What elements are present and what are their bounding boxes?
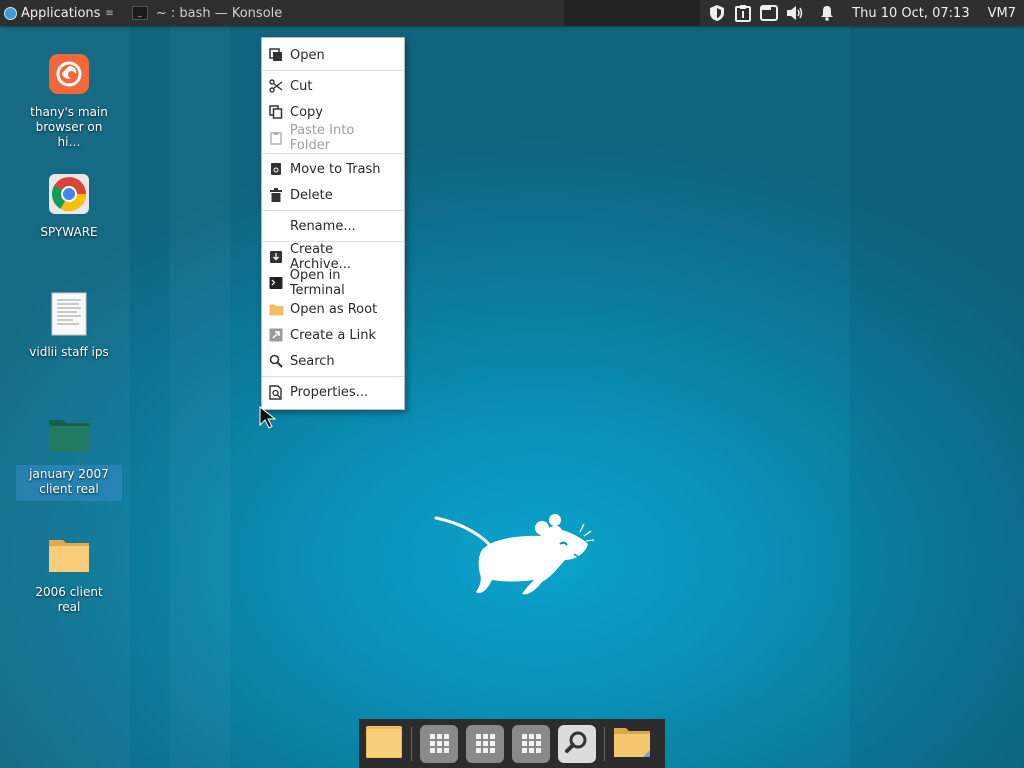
menu-separator bbox=[262, 210, 404, 211]
menu-item-cut[interactable]: Cut bbox=[262, 73, 404, 99]
task-label: ~ : bash — Konsole bbox=[155, 5, 283, 21]
folder-icon bbox=[613, 726, 651, 762]
window-icon[interactable] bbox=[760, 4, 779, 22]
app-grid-icon bbox=[521, 734, 541, 753]
firefox-icon bbox=[47, 52, 91, 96]
taskbar-item-konsole[interactable]: _ ~ : bash — Konsole bbox=[124, 0, 290, 26]
menu-item-delete[interactable]: Delete bbox=[262, 182, 404, 208]
menu-item-label: Copy bbox=[290, 104, 323, 120]
properties-icon bbox=[268, 384, 284, 400]
clock[interactable]: Thu 10 Oct, 07:13 bbox=[852, 6, 969, 21]
terminal-icon bbox=[268, 275, 284, 291]
app-grid-icon bbox=[475, 734, 495, 753]
shield-icon[interactable] bbox=[708, 4, 726, 22]
applications-menu-button[interactable]: Applications ≡ bbox=[0, 0, 118, 26]
chrome-icon bbox=[47, 172, 91, 216]
desktop-icon-label: SPYWARE bbox=[40, 225, 98, 239]
context-menu: Open Cut Copy Paste Into Folder Move to … bbox=[261, 37, 405, 410]
wallpaper-stripe bbox=[850, 26, 1024, 768]
desktop-icon-staff-ips[interactable]: vidlii staff ips bbox=[24, 292, 114, 360]
menu-separator bbox=[262, 376, 404, 377]
xfce-logo-icon bbox=[4, 6, 17, 20]
paste-icon bbox=[268, 130, 284, 146]
scissors-icon bbox=[268, 78, 284, 94]
menu-item-label: Properties... bbox=[290, 384, 369, 400]
menu-separator bbox=[262, 153, 404, 154]
menu-item-label: Open bbox=[290, 47, 325, 63]
menu-item-rename[interactable]: Rename... bbox=[262, 213, 404, 239]
link-icon bbox=[268, 327, 284, 343]
mouse-cursor bbox=[259, 405, 279, 434]
notification-bell-icon[interactable] bbox=[820, 5, 834, 21]
menu-item-paste-into-folder[interactable]: Paste Into Folder bbox=[262, 123, 404, 153]
menu-separator bbox=[262, 70, 404, 71]
menu-item-search[interactable]: Search bbox=[262, 348, 404, 374]
terminal-icon: _ bbox=[131, 6, 148, 20]
rename-icon bbox=[268, 218, 284, 234]
dock-search[interactable] bbox=[558, 724, 596, 763]
desktop-icon-spyware[interactable]: SPYWARE bbox=[24, 172, 114, 240]
folder-icon bbox=[268, 301, 284, 317]
applications-label: Applications bbox=[21, 5, 101, 21]
menu-item-label: Delete bbox=[290, 187, 333, 203]
desktop-icon-label: thany's main browser on hi… bbox=[30, 105, 108, 149]
menu-item-label: Open as Root bbox=[290, 301, 378, 317]
archive-icon bbox=[268, 249, 284, 265]
desktop-icon-january-2007[interactable]: january 2007 client real bbox=[16, 412, 122, 501]
dock-separator bbox=[411, 726, 412, 761]
menu-item-label: Move to Trash bbox=[290, 161, 381, 177]
menu-item-label: Paste Into Folder bbox=[289, 123, 355, 153]
search-icon bbox=[564, 729, 590, 759]
desktop-icon-2006-client[interactable]: 2006 client real bbox=[24, 532, 114, 615]
system-tray: Thu 10 Oct, 07:13 VM7 bbox=[700, 0, 1024, 26]
menu-item-label: Cut bbox=[290, 78, 313, 94]
wallpaper-stripe bbox=[170, 26, 230, 768]
delete-icon bbox=[268, 187, 284, 203]
dock-file-manager[interactable] bbox=[365, 725, 403, 763]
clipboard-icon[interactable] bbox=[734, 4, 752, 22]
volume-icon[interactable] bbox=[786, 5, 804, 21]
menu-arrow-icon: ≡ bbox=[105, 7, 114, 19]
menu-item-create-archive[interactable]: Create Archive... bbox=[262, 242, 404, 272]
desktop-icon-browser[interactable]: thany's main browser on hi… bbox=[24, 52, 114, 150]
open-icon bbox=[268, 47, 284, 63]
desktop-icon-label: 2006 client real bbox=[35, 585, 103, 614]
trash-icon bbox=[268, 161, 284, 177]
dock-app-grid-1[interactable] bbox=[420, 724, 458, 763]
vm-label[interactable]: VM7 bbox=[988, 6, 1016, 21]
dock-separator bbox=[604, 726, 605, 761]
dock bbox=[359, 719, 665, 768]
menu-item-create-link[interactable]: Create a Link bbox=[262, 322, 404, 348]
app-grid-icon bbox=[429, 734, 449, 753]
panel-empty-area bbox=[564, 0, 701, 26]
search-icon bbox=[268, 353, 284, 369]
menu-item-label: Rename... bbox=[290, 218, 356, 234]
dock-folder[interactable] bbox=[613, 725, 651, 763]
folder-icon bbox=[365, 725, 403, 762]
menu-item-open-as-root[interactable]: Open as Root bbox=[262, 296, 404, 322]
dock-app-grid-3[interactable] bbox=[512, 724, 550, 763]
text-document-icon bbox=[47, 292, 91, 336]
menu-item-label: Create a Link bbox=[290, 327, 377, 343]
menu-item-open[interactable]: Open bbox=[262, 42, 404, 68]
menu-item-properties[interactable]: Properties... bbox=[262, 379, 404, 405]
copy-icon bbox=[268, 104, 284, 120]
menu-item-label: Open in Terminal bbox=[289, 268, 345, 298]
menu-item-open-in-terminal[interactable]: Open in Terminal bbox=[262, 268, 404, 298]
desktop-icon-label: january 2007 client real bbox=[16, 465, 122, 501]
menu-item-move-to-trash[interactable]: Move to Trash bbox=[262, 156, 404, 182]
xfce-mouse-logo bbox=[430, 510, 600, 609]
menu-item-label: Search bbox=[290, 353, 335, 369]
folder-dark-icon bbox=[47, 412, 91, 456]
menu-item-copy[interactable]: Copy bbox=[262, 99, 404, 125]
folder-icon bbox=[47, 532, 91, 576]
dock-app-grid-2[interactable] bbox=[466, 724, 504, 763]
desktop-icon-label: vidlii staff ips bbox=[29, 345, 109, 359]
top-panel: Applications ≡ _ ~ : bash — Konsole Thu … bbox=[0, 0, 1024, 26]
